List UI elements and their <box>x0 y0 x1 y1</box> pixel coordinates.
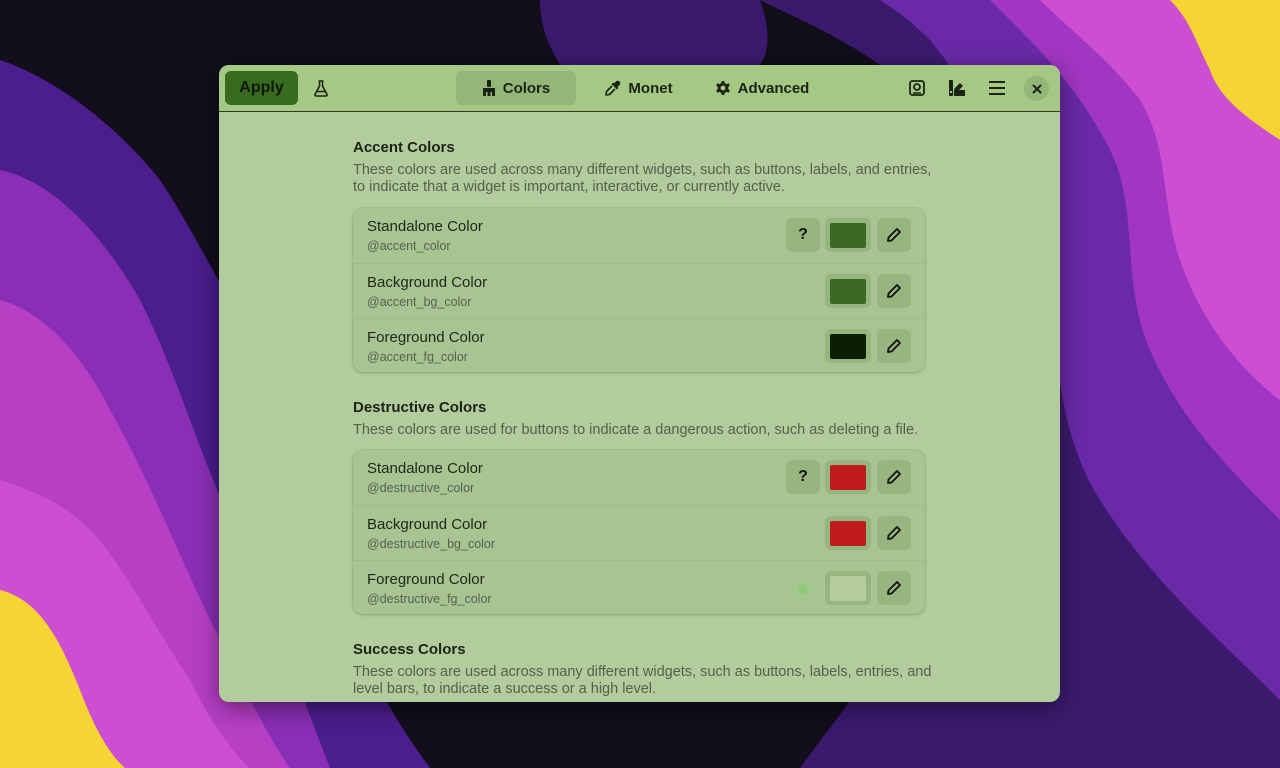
row-subtitle: @accent_color <box>367 239 451 253</box>
destructive-section-title: Destructive Colors <box>353 399 487 416</box>
edit-color-button[interactable] <box>877 218 911 252</box>
accent-section-title: Accent Colors <box>353 139 455 156</box>
color-swatch <box>830 222 866 248</box>
palette-icon <box>949 80 965 96</box>
gear-icon <box>715 81 730 95</box>
row-subtitle: @accent_bg_color <box>367 295 472 309</box>
header-bar: Apply Colors Monet Advanced <box>219 65 1060 112</box>
destructive-foreground-row: Foreground Color @destructive_fg_color <box>353 560 925 615</box>
edit-color-button[interactable] <box>877 274 911 308</box>
content-area: Accent Colors These colors are used acro… <box>219 113 1060 702</box>
edit-color-button[interactable] <box>877 329 911 363</box>
row-title: Standalone Color <box>367 218 483 235</box>
edit-color-button[interactable] <box>877 516 911 550</box>
pencil-icon <box>887 339 901 353</box>
help-button[interactable]: ? <box>786 460 820 494</box>
close-button[interactable] <box>1024 76 1049 101</box>
color-swatch <box>830 278 866 304</box>
row-title: Standalone Color <box>367 460 483 477</box>
row-subtitle: @destructive_fg_color <box>367 592 492 606</box>
success-section-description: These colors are used across many differ… <box>353 664 932 697</box>
tab-advanced[interactable]: Advanced <box>707 71 817 105</box>
preset-button[interactable] <box>900 71 934 105</box>
edit-color-button[interactable] <box>877 571 911 605</box>
flask-button[interactable] <box>304 71 338 105</box>
close-icon <box>1032 84 1041 93</box>
color-swatch <box>830 464 866 490</box>
color-swatch-button[interactable] <box>825 460 871 494</box>
accent-standalone-row: Standalone Color @accent_color ? <box>353 208 925 263</box>
destructive-background-row: Background Color @destructive_bg_color <box>353 505 925 560</box>
eyedropper-icon <box>605 80 621 96</box>
flask-icon <box>314 79 328 97</box>
row-subtitle: @destructive_color <box>367 481 475 495</box>
apply-button[interactable]: Apply <box>225 71 298 105</box>
color-swatch <box>830 575 866 601</box>
accent-foreground-row: Foreground Color @accent_fg_color <box>353 318 925 373</box>
success-section-title: Success Colors <box>353 641 466 658</box>
main-menu-button[interactable] <box>980 71 1014 105</box>
color-swatch-button[interactable] <box>825 218 871 252</box>
row-title: Foreground Color <box>367 329 485 346</box>
accent-section-description: These colors are used across many differ… <box>353 162 932 195</box>
help-icon: ? <box>798 468 808 485</box>
pencil-icon <box>887 228 901 242</box>
row-title: Background Color <box>367 516 488 533</box>
destructive-colors-group: Standalone Color @destructive_color ? Ba… <box>353 450 925 614</box>
color-swatch <box>830 333 866 359</box>
pencil-icon <box>887 470 901 484</box>
destructive-standalone-row: Standalone Color @destructive_color ? <box>353 450 925 505</box>
tab-colors[interactable]: Colors <box>456 71 576 105</box>
color-swatch-button[interactable] <box>825 274 871 308</box>
row-subtitle: @accent_fg_color <box>367 350 468 364</box>
tab-advanced-label: Advanced <box>737 79 810 97</box>
palette-button[interactable] <box>940 71 974 105</box>
help-button[interactable]: ? <box>786 218 820 252</box>
cursor-highlight-dot <box>798 584 808 594</box>
accent-colors-group: Standalone Color @accent_color ? Backgro… <box>353 208 925 372</box>
color-swatch <box>830 520 866 546</box>
color-swatch-button[interactable] <box>825 516 871 550</box>
pencil-icon <box>887 284 901 298</box>
app-window: Apply Colors Monet Advanced Accent Color… <box>219 65 1060 702</box>
row-title: Foreground Color <box>367 571 485 588</box>
destructive-section-description: These colors are used for buttons to ind… <box>353 422 919 438</box>
tab-monet[interactable]: Monet <box>592 71 686 105</box>
preset-icon <box>909 80 925 96</box>
brush-icon <box>482 80 495 96</box>
pencil-icon <box>887 526 901 540</box>
pencil-icon <box>887 581 901 595</box>
tab-colors-label: Colors <box>502 79 551 97</box>
row-title: Background Color <box>367 274 488 291</box>
row-subtitle: @destructive_bg_color <box>367 537 496 551</box>
tab-monet-label: Monet <box>628 79 673 97</box>
color-swatch-button[interactable] <box>825 329 871 363</box>
accent-background-row: Background Color @accent_bg_color <box>353 263 925 318</box>
help-icon: ? <box>798 226 808 243</box>
color-swatch-button[interactable] <box>825 571 871 605</box>
edit-color-button[interactable] <box>877 460 911 494</box>
hamburger-menu-icon <box>989 81 1005 95</box>
